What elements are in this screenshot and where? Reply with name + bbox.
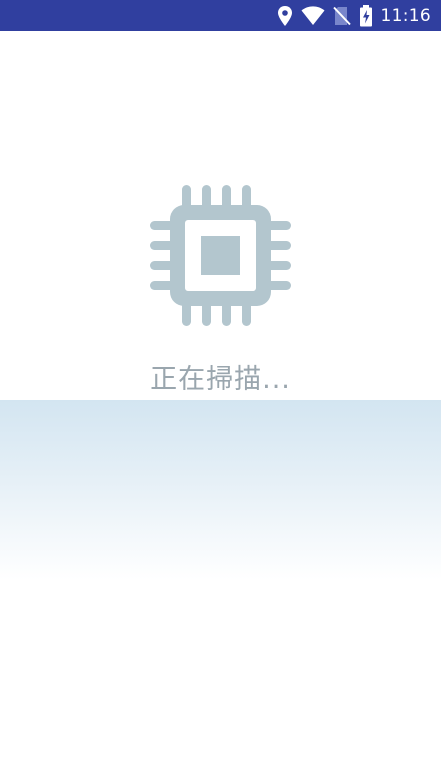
scan-status-text: 正在掃描... — [150, 364, 291, 395]
scan-gradient-band — [0, 400, 441, 580]
status-time: 11:16 — [380, 5, 431, 26]
status-bar: 11:16 — [0, 0, 441, 31]
battery-charging-icon — [359, 4, 373, 28]
scan-screen: 11:16 正在掃描... — [0, 0, 441, 784]
location-icon — [277, 4, 293, 28]
wifi-icon — [301, 4, 325, 28]
cpu-chip-icon — [150, 185, 291, 326]
no-sim-icon — [332, 4, 351, 28]
